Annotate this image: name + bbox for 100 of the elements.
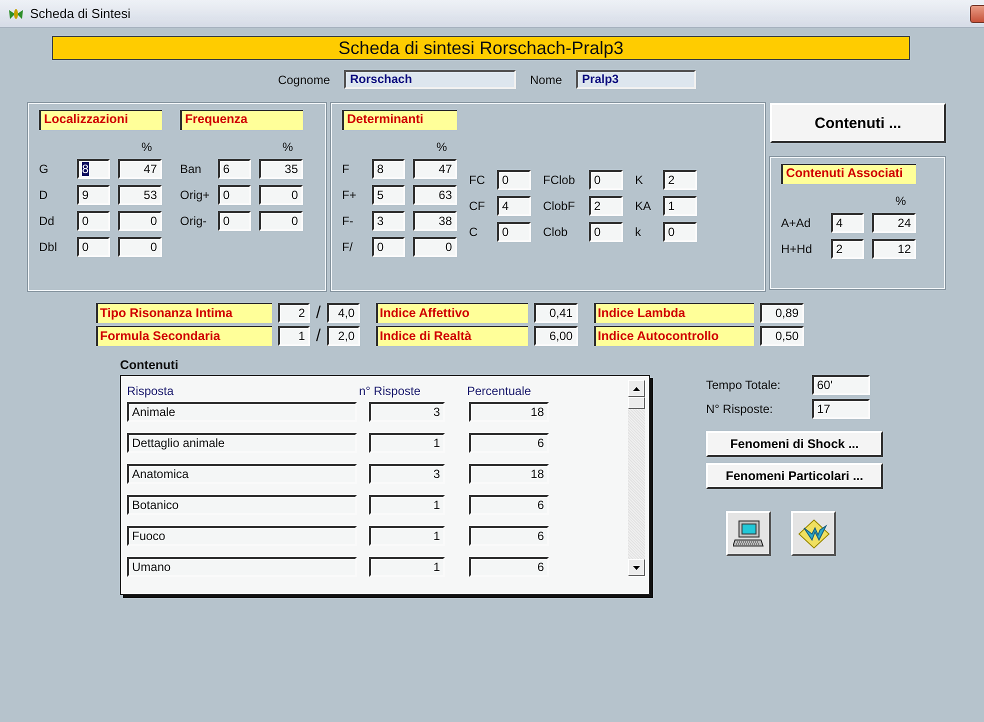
slash-separator: / [316,326,321,346]
slash-separator: / [316,303,321,323]
percent-field[interactable]: 18 [469,464,549,484]
percent-field[interactable]: 47 [118,159,162,179]
percent-field[interactable]: 0 [118,237,162,257]
percent-field[interactable]: 47 [413,159,457,179]
percent-field[interactable]: 53 [118,185,162,205]
count-field[interactable]: 5 [372,185,405,205]
count-field[interactable]: 0 [372,237,405,257]
contenuti-button[interactable]: Contenuti ... [770,103,946,143]
value-field[interactable]: 6,00 [534,326,578,346]
count-field[interactable]: 1 [369,495,445,515]
field-label: Ban [180,162,202,176]
percent-field[interactable]: 63 [413,185,457,205]
count-field[interactable]: 3 [372,211,405,231]
column-header: Risposta [127,384,175,398]
value-field[interactable]: 60' [812,375,870,395]
index-label: Indice Lambda [594,303,754,323]
response-field[interactable]: Fuoco [127,526,357,546]
up-arrow-icon [633,386,640,390]
count-field[interactable]: 3 [369,464,445,484]
index-label: Indice di Realtà [376,326,528,346]
scroll-up-button[interactable] [628,380,645,397]
value-field[interactable]: 2,0 [326,326,360,346]
computer-button[interactable] [726,511,771,556]
count-field[interactable]: 2 [831,239,864,259]
scroll-thumb[interactable] [628,397,645,409]
count-field[interactable]: 9 [77,185,110,205]
section-title: Localizzazioni [39,110,162,130]
value-field[interactable]: 1 [663,196,697,216]
value-field[interactable]: 0 [663,222,697,242]
value-field[interactable]: 4 [497,196,531,216]
percent-field[interactable]: 24 [872,213,916,233]
response-field[interactable]: Botanico [127,495,357,515]
count-field[interactable]: 1 [369,557,445,577]
count-field[interactable]: 0 [77,237,110,257]
percent-field[interactable]: 0 [259,185,303,205]
value-field[interactable]: 1 [278,326,310,346]
computer-icon [732,518,764,550]
count-field[interactable]: 4 [831,213,864,233]
field-label: Nome [530,72,562,86]
value-field[interactable]: 0,89 [760,303,804,323]
value-field[interactable]: 0 [497,222,531,242]
count-field[interactable]: 1 [369,433,445,453]
value-field[interactable]: 17 [812,399,870,419]
count-field[interactable]: 1 [369,526,445,546]
percent-field[interactable]: 0 [118,211,162,231]
close-button[interactable] [970,4,984,22]
field-label: F- [342,214,354,228]
field-label: KA [635,199,652,213]
value-field[interactable]: 0,50 [760,326,804,346]
value-field[interactable]: 2 [278,303,310,323]
percent-field[interactable]: 18 [469,402,549,422]
percent-field[interactable]: 12 [872,239,916,259]
field-label: A+Ad [781,216,812,230]
count-field[interactable]: 8 [372,159,405,179]
index-label: Indice Affettivo [376,303,528,323]
percent-field[interactable]: 6 [469,433,549,453]
field-label: Orig- [180,214,208,228]
percent-header: % [141,140,152,154]
percent-field[interactable]: 35 [259,159,303,179]
percent-field[interactable]: 6 [469,557,549,577]
value-field[interactable]: 2 [589,196,623,216]
count-field[interactable]: 6 [218,159,251,179]
index-label: Tipo Risonanza Intima [96,303,272,323]
scroll-down-button[interactable] [628,559,645,576]
response-field[interactable]: Dettaglio animale [127,433,357,453]
value-field[interactable]: 0,41 [534,303,578,323]
fenomeni-button[interactable]: Fenomeni di Shock ... [706,431,883,457]
percent-field[interactable]: 6 [469,526,549,546]
response-field[interactable]: Anatomica [127,464,357,484]
percent-field[interactable]: 0 [413,237,457,257]
fenomeni-button[interactable]: Fenomeni Particolari ... [706,463,883,489]
count-field[interactable]: 8 [77,159,110,179]
count-field[interactable]: 3 [369,402,445,422]
response-field[interactable]: Umano [127,557,357,577]
field-label: D [39,188,49,202]
value-field[interactable]: 0 [589,222,623,242]
field-label: k [635,225,642,239]
name-field[interactable]: Rorschach [344,70,516,89]
name-field[interactable]: Pralp3 [576,70,696,89]
percent-field[interactable]: 38 [413,211,457,231]
field-label: N° Risposte: [706,402,774,416]
value-field[interactable]: 2 [663,170,697,190]
percent-field[interactable]: 0 [259,211,303,231]
count-field[interactable]: 0 [77,211,110,231]
response-field[interactable]: Animale [127,402,357,422]
field-label: F+ [342,188,358,202]
percent-field[interactable]: 6 [469,495,549,515]
section-title: Determinanti [342,110,457,130]
count-field[interactable]: 0 [218,211,251,231]
value-field[interactable]: 4,0 [326,303,360,323]
field-label: ClobF [543,199,576,213]
logo-button[interactable] [791,511,836,556]
field-label: CF [469,199,486,213]
value-field[interactable]: 0 [589,170,623,190]
value-field[interactable]: 0 [497,170,531,190]
field-label: FC [469,173,486,187]
count-field[interactable]: 0 [218,185,251,205]
field-label: Tempo Totale: [706,378,782,392]
